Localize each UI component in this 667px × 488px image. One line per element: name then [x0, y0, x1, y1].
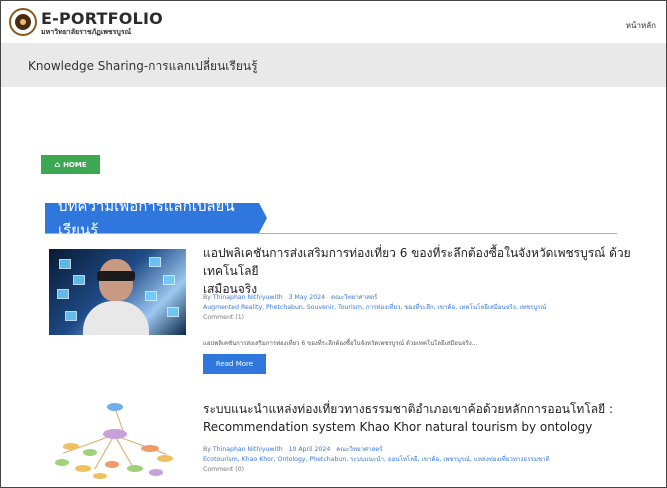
section-header: บทความเพื่อการแลกเปลี่ยนเรียนรู้: [45, 197, 617, 239]
page-title: Knowledge Sharing-การแลกเปลี่ยนเรียนรู้: [28, 59, 258, 73]
brand-title[interactable]: E-PORTFOLIO: [41, 9, 163, 28]
article-comments[interactable]: Comment (1): [203, 313, 546, 323]
page: E-PORTFOLIO มหาวิทยาลัยราชภัฏเพชรบูรณ์ ห…: [0, 0, 667, 488]
university-logo[interactable]: [9, 8, 37, 36]
home-icon: ⌂: [54, 160, 61, 169]
article-comments[interactable]: Comment (0): [203, 465, 550, 475]
read-more-button[interactable]: Read More: [203, 354, 266, 374]
article-date[interactable]: 3 May 2024: [289, 294, 325, 301]
brand-subtitle: มหาวิทยาลัยราชภัฏเพชรบูรณ์: [41, 28, 132, 36]
breadcrumb-home-label: HOME: [63, 160, 87, 169]
article-excerpt: แอปพลิเคชันการส่งเสริมการท่องเที่ยว 6 ขอ…: [203, 340, 478, 347]
article-category[interactable]: คณะวิทยาศาสตร์: [331, 294, 377, 301]
article-tags[interactable]: Ecotourism, Khao Khor, Ontology, Phetcha…: [203, 455, 550, 465]
article-thumbnail[interactable]: [49, 399, 186, 479]
section-title: บทความเพื่อการแลกเปลี่ยนเรียนรู้: [45, 197, 267, 239]
article-title[interactable]: แอปพลิเคชันการส่งเสริมการท่องเที่ยว 6 ขอ…: [203, 244, 649, 298]
article-title[interactable]: ระบบแนะนำแหล่งท่องเที่ยวทางธรรมชาติอำเภอ…: [203, 400, 613, 436]
article-author[interactable]: Thinaphan Nithiyuwith: [213, 294, 283, 301]
article-author[interactable]: Thinaphan Nithiyuwith: [213, 446, 283, 453]
breadcrumb-home-button[interactable]: ⌂ HOME: [41, 155, 100, 174]
article-meta: By Thinaphan Nithiyuwith 3 May 2024 คณะว…: [203, 294, 547, 323]
article-tags[interactable]: Augmented Reality, Phetchabun, Souvenir,…: [203, 303, 546, 313]
article-date[interactable]: 10 April 2024: [289, 446, 331, 453]
article-meta: By Thinaphan Nithiyuwith 10 April 2024 ค…: [203, 446, 550, 475]
top-navbar: E-PORTFOLIO มหาวิทยาลัยราชภัฏเพชรบูรณ์ ห…: [1, 1, 666, 43]
article-category[interactable]: คณะวิทยาศาสตร์: [336, 446, 382, 453]
nav-home-link[interactable]: หน้าหลัก: [626, 19, 656, 32]
page-header-bar: Knowledge Sharing-การแลกเปลี่ยนเรียนรู้: [1, 43, 666, 87]
article-thumbnail[interactable]: [49, 249, 186, 335]
